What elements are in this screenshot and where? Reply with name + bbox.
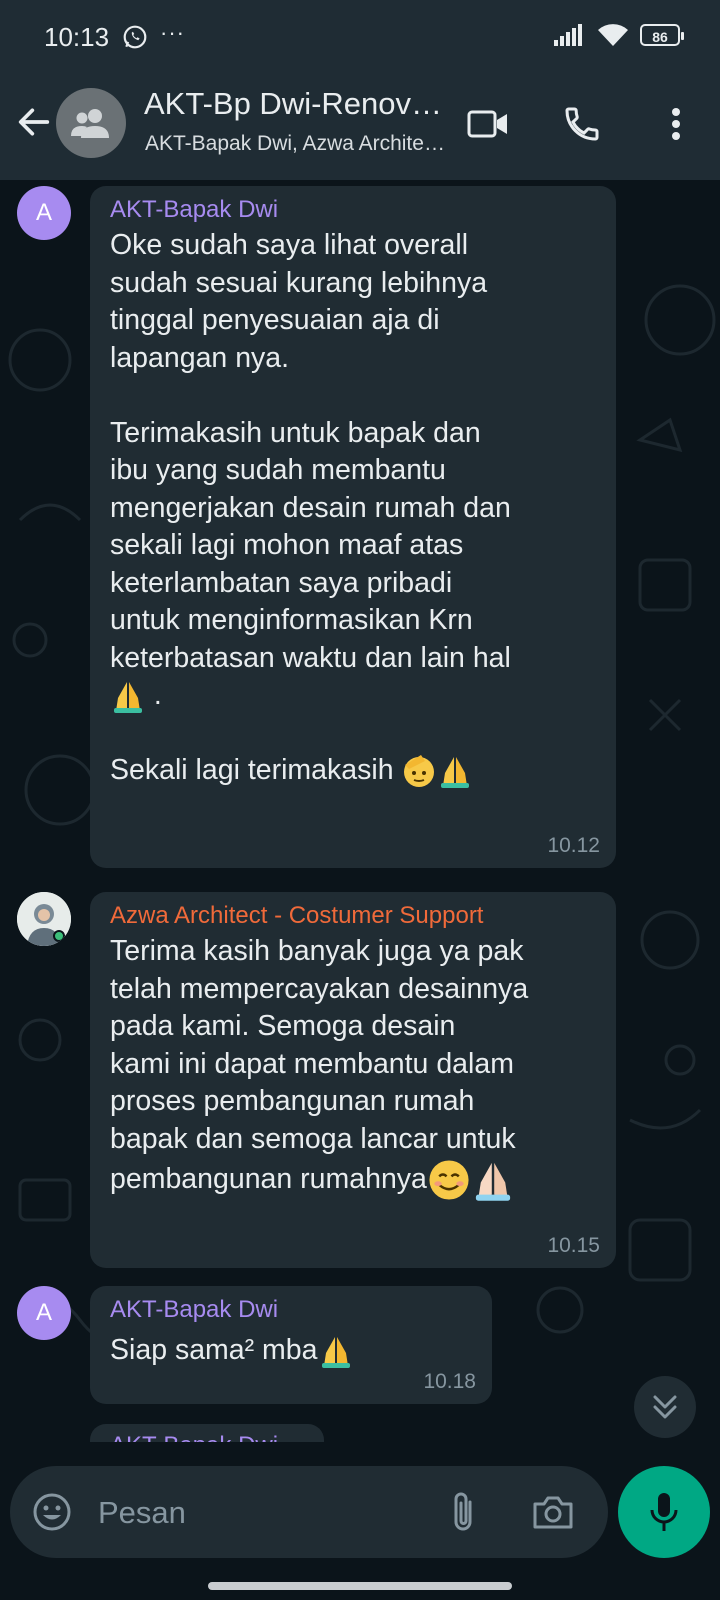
voice-call-icon bbox=[565, 107, 599, 141]
wifi-icon bbox=[598, 24, 628, 46]
message-bubble[interactable]: AKT-Bapak Dwi Siap sama² mba 10.18 bbox=[90, 1286, 492, 1404]
more-options-button[interactable] bbox=[654, 102, 698, 146]
message-emoji-line: . bbox=[110, 679, 162, 714]
message-bubble[interactable]: Azwa Architect - Costumer Support Terima… bbox=[90, 892, 616, 1268]
voice-call-button[interactable] bbox=[560, 102, 604, 146]
chat-title[interactable]: AKT-Bp Dwi-Renovasi Rumah bbox=[144, 86, 444, 122]
avatar-letter: A bbox=[35, 1299, 52, 1326]
message-input[interactable] bbox=[96, 1488, 430, 1538]
message-text: Oke sudah saya lihat overall sudah sesua… bbox=[110, 227, 596, 790]
chevron-double-down-icon bbox=[653, 1395, 677, 1419]
sender-avatar-photo[interactable] bbox=[17, 892, 71, 946]
mic-icon bbox=[650, 1493, 678, 1531]
battery-indicator: 86 bbox=[640, 24, 684, 46]
folded-hands-emoji bbox=[114, 682, 142, 714]
message-bubble[interactable]: AKT-Bapak Dwi bbox=[90, 1424, 324, 1442]
avatar-letter: A bbox=[35, 199, 52, 226]
message-time: 10.12 bbox=[547, 834, 600, 857]
message-text-body: Terima kasih banyak juga ya pak telah me… bbox=[110, 935, 529, 1155]
more-vert-icon bbox=[672, 108, 680, 140]
message-closing: Sekali lagi terimakasih bbox=[110, 754, 473, 789]
profile-photo-icon bbox=[17, 892, 71, 946]
folded-hands-emoji bbox=[441, 757, 470, 789]
folded-hands-emoji bbox=[321, 1337, 350, 1369]
group-avatar[interactable] bbox=[56, 88, 126, 158]
video-call-button[interactable] bbox=[466, 102, 510, 146]
sender-avatar[interactable]: A bbox=[17, 186, 71, 240]
camera-icon[interactable] bbox=[532, 1494, 574, 1530]
message-text-body: Siap sama² mba bbox=[110, 1334, 318, 1366]
status-time: 10:13 bbox=[44, 22, 110, 52]
message-sender[interactable]: Azwa Architect - Costumer Support bbox=[110, 902, 580, 930]
message-closing-text: pembangunan rumahnya bbox=[110, 1162, 427, 1195]
status-more-indicator: ··· bbox=[160, 20, 185, 45]
voice-message-button[interactable] bbox=[618, 1466, 710, 1558]
emoji-icon[interactable] bbox=[32, 1492, 72, 1532]
home-indicator[interactable] bbox=[208, 1582, 512, 1590]
message-text: Siap sama² mba bbox=[110, 1332, 472, 1370]
signal-icon bbox=[554, 24, 582, 46]
message-time: 10.18 bbox=[423, 1370, 476, 1393]
message-trailing-dot: . bbox=[146, 679, 162, 711]
saluting-face-emoji bbox=[404, 755, 435, 788]
back-arrow-icon[interactable] bbox=[14, 102, 54, 142]
message-closing: pembangunan rumahnya bbox=[110, 1160, 515, 1201]
attach-icon[interactable] bbox=[448, 1490, 478, 1534]
chat-header: AKT-Bp Dwi-Renovasi Rumah AKT-Bapak Dwi,… bbox=[0, 78, 720, 180]
message-sender[interactable]: AKT-Bapak Dwi bbox=[110, 196, 596, 224]
message-time: 10.15 bbox=[547, 1234, 600, 1257]
message-sender[interactable]: AKT-Bapak Dwi bbox=[110, 1432, 304, 1442]
message-text: Terima kasih banyak juga ya pak telah me… bbox=[110, 933, 596, 1202]
chat-participants[interactable]: AKT-Bapak Dwi, Azwa Architect - Costumer… bbox=[145, 132, 445, 156]
sender-avatar[interactable]: A bbox=[17, 1286, 71, 1340]
whatsapp-icon bbox=[123, 25, 147, 49]
group-icon bbox=[71, 109, 109, 138]
status-bar: 10:13 ··· 86 bbox=[0, 0, 720, 78]
message-text-body: Oke sudah saya lihat overall sudah sesua… bbox=[110, 229, 511, 674]
message-closing-text: Sekali lagi terimakasih bbox=[110, 754, 402, 786]
message-bubble[interactable]: AKT-Bapak Dwi Oke sudah saya lihat overa… bbox=[90, 186, 616, 868]
smiling-face-emoji bbox=[429, 1160, 469, 1200]
message-sender[interactable]: AKT-Bapak Dwi bbox=[110, 1296, 472, 1324]
video-call-icon bbox=[467, 110, 507, 138]
chat-messages[interactable]: A AKT-Bapak Dwi Oke sudah saya lihat ove… bbox=[0, 180, 720, 1442]
scroll-to-bottom-button[interactable] bbox=[634, 1376, 696, 1438]
message-composer bbox=[10, 1466, 608, 1558]
status-indicators: 86 bbox=[554, 22, 684, 48]
folded-hands-emoji bbox=[475, 1162, 511, 1201]
